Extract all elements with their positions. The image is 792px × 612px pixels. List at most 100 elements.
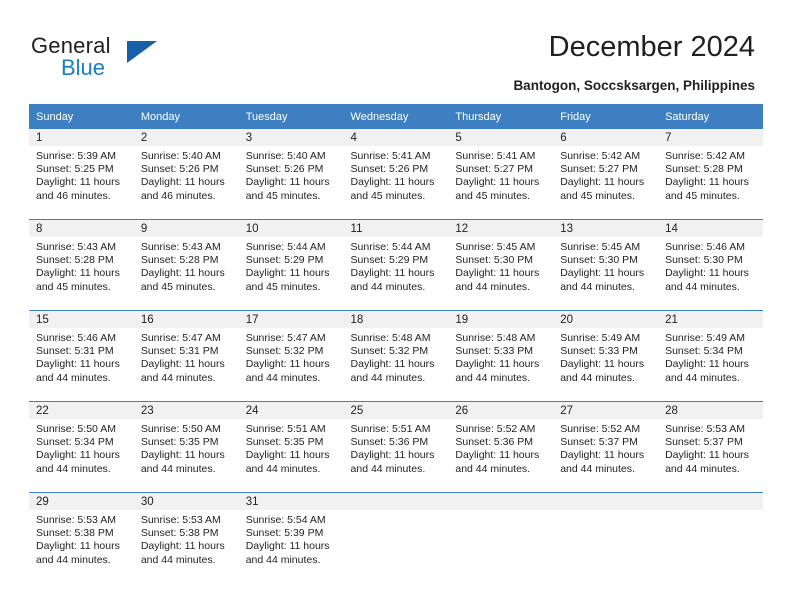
sunset-time: Sunset: 5:36 PM <box>350 436 429 449</box>
day-details: Sunrise: 5:53 AM Sunset: 5:37 PM Daylight:… <box>658 419 763 476</box>
daylight-line-2: and 44 minutes. <box>36 462 111 475</box>
day-details: Sunrise: 5:44 AM Sunset: 5:29 PM Daylight:… <box>239 237 344 294</box>
sunrise-time: Sunrise: 5:46 AM <box>665 241 746 253</box>
calendar-day-cell[interactable]: 9 Sunrise: 5:43 AM Sunset: 5:28 PM Daylight… <box>133 219 239 311</box>
day-number: 30 <box>140 496 154 508</box>
calendar-day-cell[interactable]: 22 Sunrise: 5:50 AM Sunset: 5:34 PM Dayligh… <box>29 401 134 493</box>
daylight-line-2: and 44 minutes. <box>350 280 426 293</box>
calendar-day-cell[interactable]: 16 Sunrise: 5:47 AM Sunset: 5:31 PM Dayligh… <box>133 310 239 402</box>
calendar-day-cell[interactable]: 5 Sunrise: 5:41 AM Sunset: 5:27 PM Daylight… <box>448 129 554 220</box>
calendar-day-cell[interactable]: 19 Sunrise: 5:48 AM Sunset: 5:33 PM Dayligh… <box>448 310 554 402</box>
day-details: Sunrise: 5:46 AM Sunset: 5:30 PM Daylight:… <box>658 237 763 294</box>
general-blue-logo[interactable]: General Blue <box>31 33 161 85</box>
calendar-day-cell[interactable]: 2 Sunrise: 5:40 AM Sunset: 5:26 PM Daylight… <box>133 129 239 220</box>
calendar-day-cell[interactable]: 24 Sunrise: 5:51 AM Sunset: 5:35 PM Dayligh… <box>238 401 344 493</box>
sunrise-time: Sunrise: 5:54 AM <box>245 514 326 526</box>
daylight-line-2: and 44 minutes. <box>36 371 111 384</box>
calendar-day-cell[interactable]: 21 Sunrise: 5:49 AM Sunset: 5:34 PM Dayligh… <box>658 310 763 402</box>
sunset-time: Sunset: 5:27 PM <box>560 163 638 176</box>
daylight-line-2: and 44 minutes. <box>140 371 216 384</box>
calendar-day-cell[interactable]: 31 Sunrise: 5:54 AM Sunset: 5:39 PM Dayligh… <box>238 492 344 583</box>
weekday-header-tuesday: Tuesday <box>238 104 344 129</box>
daylight-line-2: and 45 minutes. <box>36 280 111 293</box>
logo-text-blue: Blue <box>61 55 106 80</box>
sunrise-time: Sunrise: 5:45 AM <box>455 241 536 253</box>
weekday-header-monday: Monday <box>133 104 239 129</box>
calendar-day-cell[interactable]: 23 Sunrise: 5:50 AM Sunset: 5:35 PM Dayligh… <box>133 401 239 493</box>
calendar-day-cell <box>448 492 554 583</box>
day-number: 25 <box>350 405 364 417</box>
day-number-band: 1 <box>29 129 134 146</box>
day-number-band: 26 <box>448 402 554 419</box>
calendar-day-cell[interactable]: 26 Sunrise: 5:52 AM Sunset: 5:36 PM Dayligh… <box>448 401 554 493</box>
calendar-day-cell[interactable]: 27 Sunrise: 5:52 AM Sunset: 5:37 PM Dayligh… <box>553 401 659 493</box>
calendar-day-cell[interactable]: 11 Sunrise: 5:44 AM Sunset: 5:29 PM Dayligh… <box>343 219 449 311</box>
daylight-line-2: and 44 minutes. <box>665 462 740 475</box>
day-number: 10 <box>245 223 259 235</box>
day-number-band: 20 <box>553 311 659 328</box>
day-cell-inner <box>658 493 763 583</box>
day-cell-inner: 7 Sunrise: 5:42 AM Sunset: 5:28 PM Daylight… <box>658 129 763 219</box>
calendar-day-cell[interactable]: 20 Sunrise: 5:49 AM Sunset: 5:33 PM Dayligh… <box>553 310 659 402</box>
day-details: Sunrise: 5:54 AM Sunset: 5:39 PM Daylight:… <box>239 510 344 567</box>
sunrise-time: Sunrise: 5:50 AM <box>140 423 221 435</box>
day-cell-inner: 10 Sunrise: 5:44 AM Sunset: 5:29 PM Dayligh… <box>238 220 344 310</box>
daylight-line-2: and 45 minutes. <box>560 189 635 202</box>
calendar-day-cell <box>658 492 763 583</box>
sunrise-time: Sunrise: 5:50 AM <box>36 423 116 435</box>
calendar-day-cell[interactable]: 25 Sunrise: 5:51 AM Sunset: 5:36 PM Dayligh… <box>343 401 449 493</box>
calendar-day-cell[interactable]: 6 Sunrise: 5:42 AM Sunset: 5:27 PM Daylight… <box>553 129 659 220</box>
daylight-line-1: Daylight: 11 hours <box>665 358 749 371</box>
day-details: Sunrise: 5:45 AM Sunset: 5:30 PM Daylight:… <box>553 237 658 294</box>
calendar-day-cell[interactable]: 28 Sunrise: 5:53 AM Sunset: 5:37 PM Dayligh… <box>658 401 763 493</box>
weekday-header-friday: Friday <box>553 104 659 129</box>
calendar-day-cell[interactable]: 13 Sunrise: 5:45 AM Sunset: 5:30 PM Dayligh… <box>553 219 659 311</box>
calendar-day-cell <box>343 492 449 583</box>
calendar-day-cell[interactable]: 3 Sunrise: 5:40 AM Sunset: 5:26 PM Daylight… <box>238 129 344 220</box>
sunset-time: Sunset: 5:32 PM <box>350 345 429 358</box>
daylight-line-1: Daylight: 11 hours <box>245 540 330 553</box>
calendar-day-cell[interactable]: 10 Sunrise: 5:44 AM Sunset: 5:29 PM Dayligh… <box>238 219 344 311</box>
day-number-band: 7 <box>658 129 763 146</box>
day-number-band: 4 <box>343 129 449 146</box>
calendar-day-cell[interactable]: 17 Sunrise: 5:47 AM Sunset: 5:32 PM Dayligh… <box>238 310 344 402</box>
calendar-day-cell[interactable]: 14 Sunrise: 5:46 AM Sunset: 5:30 PM Dayligh… <box>658 219 763 311</box>
sunset-time: Sunset: 5:26 PM <box>245 163 324 176</box>
daylight-line-2: and 44 minutes. <box>350 462 426 475</box>
day-number-band <box>658 493 763 510</box>
daylight-line-1: Daylight: 11 hours <box>455 449 540 462</box>
sunrise-time: Sunrise: 5:51 AM <box>245 423 326 435</box>
day-number: 29 <box>36 496 49 508</box>
day-number: 21 <box>665 314 678 326</box>
day-details: Sunrise: 5:40 AM Sunset: 5:26 PM Daylight:… <box>239 146 344 203</box>
day-details: Sunrise: 5:47 AM Sunset: 5:31 PM Daylight:… <box>134 328 239 385</box>
sunrise-time: Sunrise: 5:53 AM <box>140 514 221 526</box>
day-number-band: 31 <box>238 493 344 510</box>
calendar-day-cell[interactable]: 29 Sunrise: 5:53 AM Sunset: 5:38 PM Dayligh… <box>29 492 134 583</box>
day-details: Sunrise: 5:40 AM Sunset: 5:26 PM Daylight:… <box>134 146 239 203</box>
sunset-time: Sunset: 5:33 PM <box>560 345 638 358</box>
day-number-band: 5 <box>448 129 554 146</box>
day-details: Sunrise: 5:47 AM Sunset: 5:32 PM Daylight:… <box>239 328 344 385</box>
day-cell-inner: 5 Sunrise: 5:41 AM Sunset: 5:27 PM Daylight… <box>448 129 554 219</box>
day-number-band: 2 <box>133 129 239 146</box>
sunset-time: Sunset: 5:30 PM <box>665 254 743 267</box>
day-details: Sunrise: 5:39 AM Sunset: 5:25 PM Daylight:… <box>29 146 134 203</box>
calendar-day-cell[interactable]: 1 Sunrise: 5:39 AM Sunset: 5:25 PM Daylight… <box>29 129 134 220</box>
daylight-line-1: Daylight: 11 hours <box>455 358 540 371</box>
daylight-line-2: and 44 minutes. <box>245 462 321 475</box>
day-details: Sunrise: 5:43 AM Sunset: 5:28 PM Daylight:… <box>134 237 239 294</box>
calendar-day-cell[interactable]: 4 Sunrise: 5:41 AM Sunset: 5:26 PM Daylight… <box>343 129 449 220</box>
calendar-day-cell[interactable]: 12 Sunrise: 5:45 AM Sunset: 5:30 PM Dayligh… <box>448 219 554 311</box>
calendar-day-cell[interactable]: 8 Sunrise: 5:43 AM Sunset: 5:28 PM Daylight… <box>29 219 134 311</box>
day-number-band: 13 <box>553 220 659 237</box>
page-subtitle: Bantogon, Soccsksargen, Philippines <box>513 78 755 93</box>
calendar-day-cell[interactable]: 7 Sunrise: 5:42 AM Sunset: 5:28 PM Daylight… <box>658 129 763 220</box>
day-number-band: 21 <box>658 311 763 328</box>
day-cell-inner: 22 Sunrise: 5:50 AM Sunset: 5:34 PM Dayligh… <box>29 402 134 492</box>
calendar-day-cell[interactable]: 30 Sunrise: 5:53 AM Sunset: 5:38 PM Dayligh… <box>133 492 239 583</box>
calendar-day-cell[interactable]: 15 Sunrise: 5:46 AM Sunset: 5:31 PM Dayligh… <box>29 310 134 402</box>
day-cell-inner: 29 Sunrise: 5:53 AM Sunset: 5:38 PM Dayligh… <box>29 493 134 583</box>
calendar-day-cell[interactable]: 18 Sunrise: 5:48 AM Sunset: 5:32 PM Dayligh… <box>343 310 449 402</box>
sunset-time: Sunset: 5:31 PM <box>140 345 219 358</box>
